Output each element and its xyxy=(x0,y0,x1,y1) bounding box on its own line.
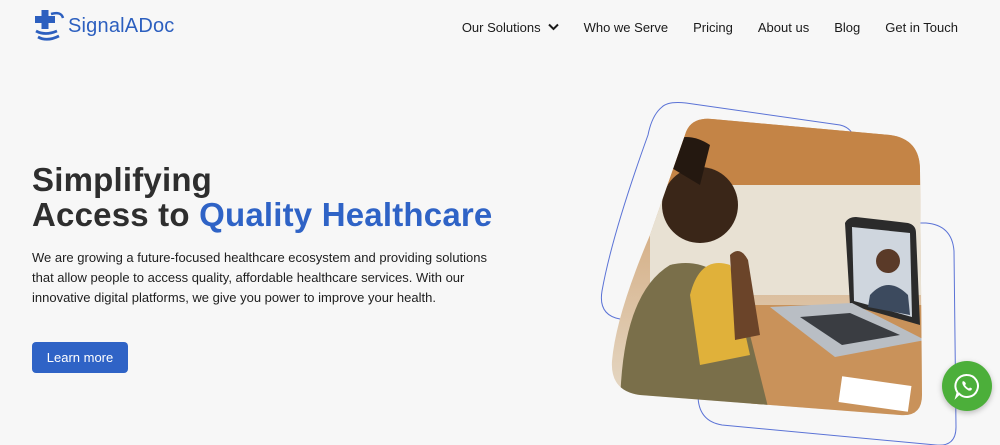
cross-hands-logo-icon xyxy=(35,10,65,41)
nav-item-who-we-serve[interactable]: Who we Serve xyxy=(584,20,669,35)
hero-title-accent: Quality Healthcare xyxy=(199,196,493,233)
chevron-down-icon xyxy=(547,23,559,31)
whatsapp-icon xyxy=(954,374,979,400)
nav-item-label: Our Solutions xyxy=(461,19,541,35)
site-header: SignalADoc Our Solutions Who we Serve Pr… xyxy=(0,0,1000,56)
hero-title-line1: Simplifying xyxy=(32,161,213,198)
logo[interactable]: SignalADoc xyxy=(33,7,175,45)
nav-item-about-us[interactable]: About us xyxy=(758,20,809,35)
learn-more-button[interactable]: Learn more xyxy=(32,342,128,373)
nav-item-get-in-touch[interactable]: Get in Touch xyxy=(885,20,958,35)
brand-name: SignalADoc xyxy=(68,14,175,37)
nav-item-our-solutions[interactable]: Our Solutions xyxy=(462,20,559,35)
nav-item-blog[interactable]: Blog xyxy=(834,20,860,35)
nav-item-pricing[interactable]: Pricing xyxy=(693,20,733,35)
hero-title-line2-prefix: Access to xyxy=(32,196,200,233)
hero-description: We are growing a future-focused healthca… xyxy=(32,250,488,305)
telehealth-video-call-photo xyxy=(600,102,957,445)
main-nav: Our Solutions Who we Serve Pricing About… xyxy=(462,17,958,37)
whatsapp-chat-button[interactable] xyxy=(942,361,992,411)
hero-title: Simplifying Access to Quality Healthcare xyxy=(32,162,492,232)
